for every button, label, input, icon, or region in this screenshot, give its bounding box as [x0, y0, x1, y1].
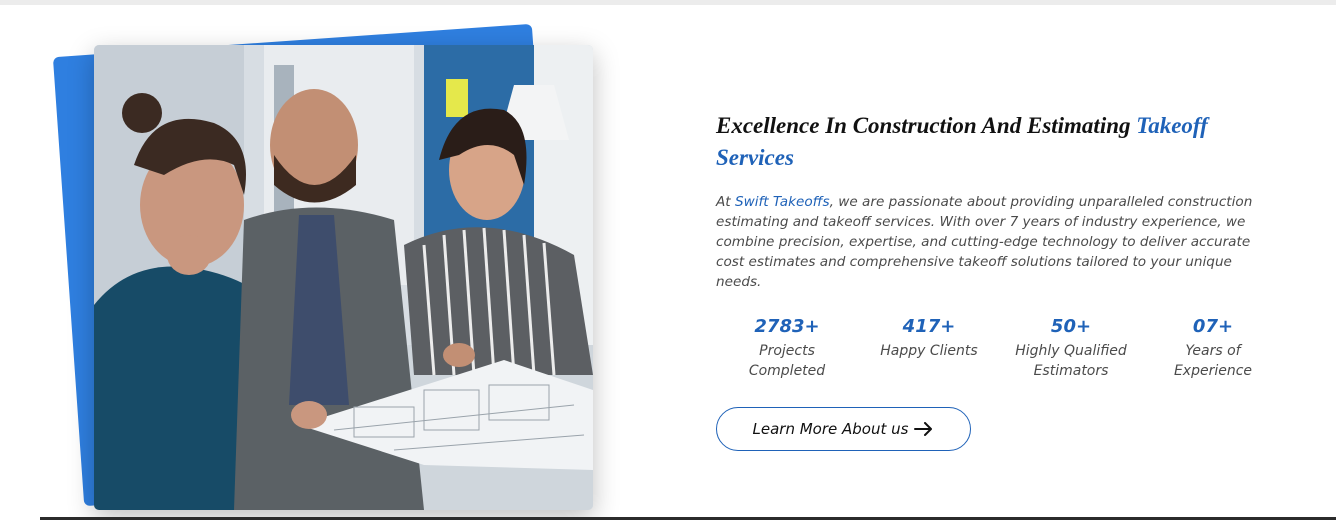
stat-value: 417+	[902, 316, 956, 337]
section-heading: Excellence In Construction And Estimatin…	[716, 110, 1286, 174]
stats-row: 2783+ Projects Completed 417+ Happy Clie…	[716, 315, 1286, 381]
stat-label-line1: Projects	[759, 343, 815, 359]
stat-label-line2: Experience	[1173, 363, 1253, 379]
stat-label-line1: Years of	[1185, 343, 1241, 359]
learn-more-label: Learn More About us	[752, 420, 909, 438]
stat-value: 07+	[1192, 316, 1234, 337]
stat-label-line2: Completed	[748, 363, 826, 379]
stat-label-line1: Happy Clients	[880, 343, 978, 359]
brand-link[interactable]: Swift Takeoffs	[735, 194, 830, 210]
team-photo	[94, 45, 593, 510]
stat-label-line2: Estimators	[1033, 363, 1109, 379]
heading-main: Excellence In Construction And Estimatin…	[716, 113, 1131, 138]
arrow-right-icon	[914, 422, 933, 436]
intro-paragraph: At Swift Takeoffs, we are passionate abo…	[716, 192, 1276, 292]
stat-value: 50+	[1050, 316, 1092, 337]
about-content: Excellence In Construction And Estimatin…	[716, 110, 1286, 451]
stat-experience: 07+ Years of Experience	[1142, 315, 1284, 381]
stat-label-line1: Highly Qualified	[1015, 343, 1127, 359]
stat-estimators: 50+ Highly Qualified Estimators	[1000, 315, 1142, 381]
intro-prefix: At	[716, 194, 731, 210]
stat-clients: 417+ Happy Clients	[858, 315, 1000, 381]
media-block	[0, 0, 640, 520]
learn-more-button[interactable]: Learn More About us	[716, 407, 971, 451]
stat-value: 2783+	[754, 316, 820, 337]
stat-projects: 2783+ Projects Completed	[716, 315, 858, 381]
